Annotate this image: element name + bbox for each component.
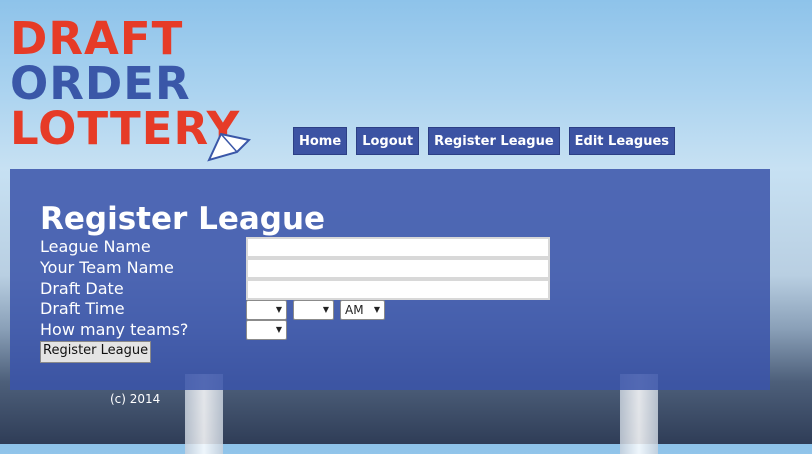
register-league-panel: Register League League Name Your Team Na…: [10, 169, 770, 390]
nav-logout-button[interactable]: Logout: [356, 127, 420, 155]
team-name-label: Your Team Name: [40, 258, 174, 277]
teams-row: How many teams?: [40, 320, 188, 340]
league-name-label: League Name: [40, 237, 151, 256]
teams-label: How many teams?: [40, 320, 189, 339]
league-name-input[interactable]: [246, 237, 550, 258]
chevron-down-icon: ▼: [322, 305, 329, 314]
chevron-down-icon: ▼: [373, 305, 380, 314]
nav-edit-leagues-button[interactable]: Edit Leagues: [568, 127, 676, 155]
nav-register-league-button[interactable]: Register League: [428, 127, 560, 155]
draft-ampm-select[interactable]: AM ▼: [340, 300, 385, 320]
draft-time-label: Draft Time: [40, 299, 125, 318]
draft-ampm-value: AM: [345, 303, 364, 317]
team-name-input[interactable]: [246, 258, 550, 279]
register-league-submit-button[interactable]: Register League: [40, 341, 152, 363]
site-logo[interactable]: DRAFT ORDER LOTTERY: [10, 12, 251, 162]
logo-text-order: ORDER: [10, 57, 191, 110]
draft-date-label: Draft Date: [40, 279, 124, 298]
main-nav: Home Logout Register League Edit Leagues: [293, 127, 676, 155]
draft-hour-select[interactable]: ▼: [246, 300, 287, 320]
draft-date-input[interactable]: [246, 279, 550, 300]
chevron-down-icon: ▼: [275, 325, 282, 334]
flag-icon: [207, 132, 251, 162]
team-name-row: Your Team Name: [40, 258, 174, 278]
logo-text-draft: DRAFT: [10, 12, 184, 65]
teams-count-select[interactable]: ▼: [246, 320, 287, 340]
league-name-row: League Name: [40, 237, 151, 257]
page-title: Register League: [40, 201, 326, 237]
draft-minute-select[interactable]: ▼: [293, 300, 334, 320]
nav-home-button[interactable]: Home: [293, 127, 348, 155]
draft-time-row: Draft Time: [40, 299, 125, 319]
copyright-text: (c) 2014: [110, 392, 161, 406]
draft-date-row: Draft Date: [40, 279, 124, 299]
chevron-down-icon: ▼: [275, 305, 282, 314]
